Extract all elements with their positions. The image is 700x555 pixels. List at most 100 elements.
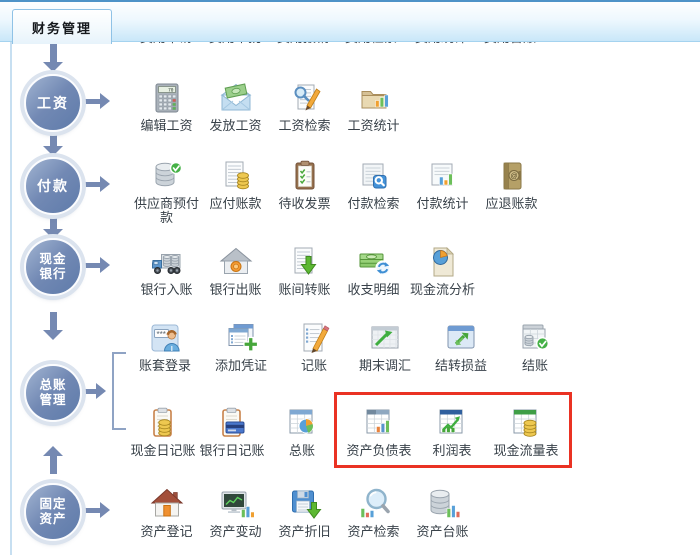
db-check-icon: [149, 158, 185, 194]
feature-label: 应付账款: [209, 197, 261, 211]
circle-label: 付款: [37, 179, 69, 194]
sheet-pie-icon: [284, 405, 320, 441]
truck-db-icon: [149, 244, 185, 280]
doc-pencil-icon: [296, 320, 332, 356]
feature-label: 付款统计: [416, 197, 468, 211]
sheet-arrow-up-icon: [434, 405, 470, 441]
arrow-right-icon: [84, 176, 110, 192]
item-cash-journal[interactable]: 现金日记账: [128, 405, 198, 458]
item-bookkeeping[interactable]: 记账: [280, 320, 348, 373]
svg-text:***: ***: [157, 330, 166, 339]
feature-label: 资产登记: [140, 525, 192, 539]
feature-label: 总账: [289, 444, 315, 458]
item-asset-ledger[interactable]: 资产台账: [408, 486, 477, 539]
item-asset-registration[interactable]: 资产登记: [132, 486, 201, 539]
items-payment: 供应商预付款应付账款待收发票付款检索付款统计 @应退账款: [132, 158, 546, 225]
items-general-ledger-sub2: 现金日记账银行日记账总账 资产负债表 利润表 现金流量表: [128, 405, 572, 468]
flow-arrow-down-icon: [43, 312, 63, 340]
feature-label: 现金流量表: [493, 444, 558, 458]
feature-label: 现金日记账: [130, 444, 195, 458]
item-payment-stats[interactable]: 付款统计: [408, 158, 477, 211]
add-voucher-icon: [223, 320, 259, 356]
item-account-set-login[interactable]: *** 账套登录: [128, 320, 202, 373]
floppy-down-icon: [287, 486, 323, 522]
feature-label: 结账: [522, 359, 548, 373]
item-bank-journal[interactable]: 银行日记账: [198, 405, 266, 458]
item-payment-search[interactable]: 付款检索: [339, 158, 408, 211]
screen-chart-icon: [218, 486, 254, 522]
feature-label: 工资统计: [347, 119, 399, 133]
table-check-icon: [517, 320, 553, 356]
clipboard-check-icon: [287, 158, 323, 194]
item-invoices-to-receive[interactable]: 待收发票: [270, 158, 339, 211]
item-carry-over-profit-loss[interactable]: 结转损益: [422, 320, 500, 373]
circle-label: 管理: [39, 393, 66, 408]
feature-label: 收支明细: [347, 283, 399, 297]
item-accounts-payable[interactable]: 应付账款: [201, 158, 270, 211]
item-asset-change[interactable]: 资产变动: [201, 486, 270, 539]
item-add-voucher[interactable]: 添加凭证: [202, 320, 280, 373]
item-asset-search[interactable]: 资产检索: [339, 486, 408, 539]
feature-label: 编辑工资: [140, 119, 192, 133]
calculator-icon: 70: [149, 80, 185, 116]
item-general-ledger-book[interactable]: 总账: [266, 405, 338, 458]
circle-payment[interactable]: 付款: [24, 157, 82, 215]
item-closing[interactable]: 结账: [500, 320, 570, 373]
finance-feature-map: 费用申请费用审批费用报销费用检索费用统计费用台账工资70编辑工资发放工资工资检索…: [0, 0, 700, 555]
svg-text:@: @: [510, 173, 517, 180]
item-balance-sheet[interactable]: 资产负债表: [341, 405, 417, 458]
item-bank-withdrawal[interactable]: 银行出账: [201, 244, 270, 297]
envelope-money-icon: [218, 80, 254, 116]
flow-arrow-down-icon: [43, 134, 63, 156]
circle-label: 资产: [39, 512, 66, 527]
feature-label: 银行入账: [140, 283, 192, 297]
circle-label: 固定: [39, 497, 66, 512]
feature-label: 资产负债表: [346, 444, 411, 458]
item-pay-salary[interactable]: 发放工资: [201, 80, 270, 133]
item-bank-deposit[interactable]: 银行入账: [132, 244, 201, 297]
circle-cash-bank[interactable]: 现金银行: [24, 238, 82, 296]
sheet-coins-icon: [508, 405, 544, 441]
flow-arrow-down-icon: [43, 217, 63, 239]
circle-label: 现金: [39, 252, 66, 267]
feature-label: 供应商预付款: [132, 197, 201, 225]
item-salary-stats[interactable]: 工资统计: [339, 80, 408, 133]
circle-salary[interactable]: 工资: [24, 74, 82, 132]
item-income-statement[interactable]: 利润表: [417, 405, 487, 458]
doc-magnifier-icon: [356, 158, 392, 194]
doc-barchart-icon: [425, 158, 461, 194]
items-salary: 70 编辑工资 发放工资工资检索工资统计: [132, 80, 408, 133]
chart-up-icon: [367, 320, 403, 356]
item-income-expense-detail[interactable]: 收支明细: [339, 244, 408, 297]
address-book-icon: @: [494, 158, 530, 194]
flow-arrow-down-icon: [43, 44, 63, 72]
item-cashflow-analysis[interactable]: 现金流分析: [408, 244, 477, 297]
login-user-icon: ***: [147, 320, 183, 356]
circle-fixed-assets[interactable]: 固定资产: [24, 483, 82, 541]
circle-label: 工资: [37, 96, 69, 111]
item-cashflow-statement[interactable]: 现金流量表: [487, 405, 565, 458]
sheet-barchart-icon: [361, 405, 397, 441]
feature-label: 发放工资: [209, 119, 261, 133]
flow-arrow-up-icon: [43, 446, 63, 474]
highlight-box: 资产负债表 利润表 现金流量表: [334, 392, 572, 468]
tab-finance-management[interactable]: 财务管理: [12, 9, 112, 44]
feature-label: 账套登录: [139, 359, 191, 373]
item-period-end-fx-adjustment[interactable]: 期末调汇: [348, 320, 422, 373]
item-supplier-prepayment[interactable]: 供应商预付款: [132, 158, 201, 225]
item-asset-depreciation[interactable]: 资产折旧: [270, 486, 339, 539]
item-refundable-payment[interactable]: @应退账款: [477, 158, 546, 211]
feature-label: 结转损益: [435, 359, 487, 373]
feature-label: 资产折旧: [278, 525, 330, 539]
arrow-right-icon: [84, 502, 110, 518]
arrow-right-icon: [84, 93, 110, 109]
item-inter-account-transfer[interactable]: 账间转账: [270, 244, 339, 297]
feature-label: 银行出账: [209, 283, 261, 297]
circle-label: 银行: [39, 267, 66, 282]
circle-general-ledger[interactable]: 总账管理: [24, 364, 82, 422]
circle-label: 总账: [39, 378, 66, 393]
item-edit-salary[interactable]: 70 编辑工资: [132, 80, 201, 133]
content-area: 费用申请费用审批费用报销费用检索费用统计费用台账工资70编辑工资发放工资工资检索…: [0, 0, 700, 555]
item-salary-search[interactable]: 工资检索: [270, 80, 339, 133]
feature-label: 利润表: [432, 444, 471, 458]
